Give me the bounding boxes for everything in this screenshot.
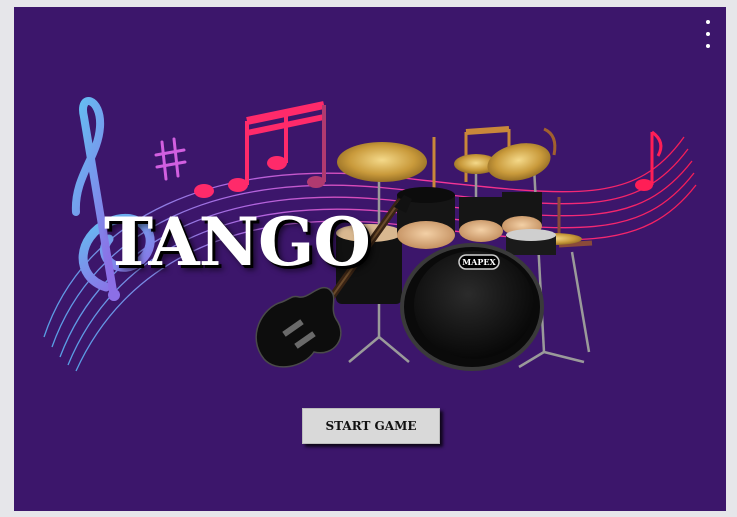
menu-dot: [706, 44, 710, 48]
more-vertical-icon[interactable]: [702, 20, 714, 48]
menu-dot: [706, 20, 710, 24]
game-title: TANGO: [104, 203, 371, 281]
drum-kit-illustration: MAPEX: [336, 142, 591, 371]
game-screen: MAPEX TANGO START GAME: [14, 7, 726, 511]
drum-brand-label: MAPEX: [462, 257, 496, 267]
start-game-button[interactable]: START GAME: [302, 408, 440, 444]
menu-dot: [706, 32, 710, 36]
sharp-icon: [154, 137, 187, 181]
